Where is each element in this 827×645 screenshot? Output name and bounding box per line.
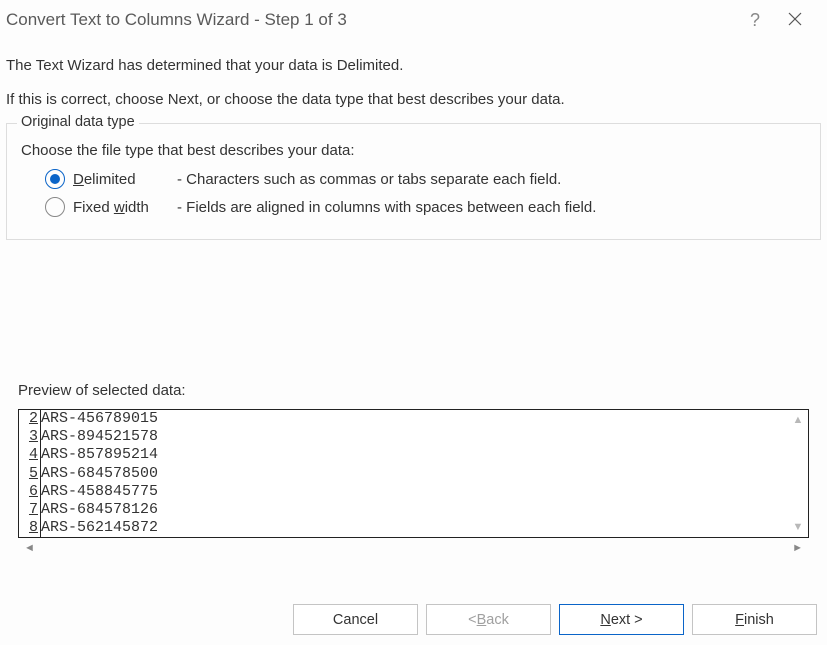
scroll-up-icon[interactable]: ▲ [793, 414, 804, 426]
intro-line-2: If this is correct, choose Next, or choo… [6, 90, 821, 110]
group-legend: Original data type [17, 114, 139, 130]
radio-fixed-width[interactable]: Fixed width - Fields are aligned in colu… [45, 197, 806, 217]
preview-row: 4ARS-857895214 [19, 446, 788, 464]
preview-row: 5ARS-684578500 [19, 465, 788, 483]
preview-box: 2ARS-4567890153ARS-8945215784ARS-8578952… [18, 409, 809, 538]
scroll-right-icon[interactable]: ► [792, 542, 803, 554]
vertical-scrollbar[interactable]: ▲ ▼ [788, 410, 808, 537]
radio-fixed-width-desc: - Fields are aligned in columns with spa… [177, 199, 596, 216]
row-number: 7 [19, 501, 41, 519]
dialog-title: Convert Text to Columns Wizard - Step 1 … [6, 10, 735, 30]
row-number: 3 [19, 428, 41, 446]
row-number: 8 [19, 519, 41, 537]
finish-button[interactable]: Finish [692, 604, 817, 635]
preview-label: Preview of selected data: [18, 382, 809, 399]
row-number: 4 [19, 446, 41, 464]
row-number: 6 [19, 483, 41, 501]
preview-row: 8ARS-562145872 [19, 519, 788, 537]
radio-delimited-button[interactable] [45, 169, 65, 189]
preview-row: 6ARS-458845775 [19, 483, 788, 501]
row-value: ARS-456789015 [41, 410, 158, 428]
row-number: 2 [19, 410, 41, 428]
radio-fixed-width-button[interactable] [45, 197, 65, 217]
next-button[interactable]: Next > [559, 604, 684, 635]
choose-label: Choose the file type that best describes… [21, 142, 806, 159]
horizontal-scrollbar[interactable]: ◄ ► [18, 538, 809, 554]
row-value: ARS-562145872 [41, 519, 158, 537]
preview-row: 2ARS-456789015 [19, 410, 788, 428]
close-icon [788, 12, 802, 26]
help-button[interactable]: ? [735, 6, 775, 34]
back-button: < Back [426, 604, 551, 635]
scroll-left-icon[interactable]: ◄ [24, 542, 35, 554]
close-button[interactable] [775, 6, 815, 34]
original-data-type-group: Original data type Choose the file type … [6, 123, 821, 240]
preview-row: 7ARS-684578126 [19, 501, 788, 519]
cancel-button[interactable]: Cancel [293, 604, 418, 635]
radio-delimited[interactable]: Delimited - Characters such as commas or… [45, 169, 806, 189]
intro-line-1: The Text Wizard has determined that your… [6, 56, 821, 76]
radio-delimited-label: Delimited [73, 171, 177, 188]
row-value: ARS-894521578 [41, 428, 158, 446]
radio-fixed-width-label: Fixed width [73, 199, 177, 216]
preview-row: 3ARS-894521578 [19, 428, 788, 446]
preview-content: 2ARS-4567890153ARS-8945215784ARS-8578952… [19, 410, 788, 537]
radio-delimited-desc: - Characters such as commas or tabs sepa… [177, 171, 561, 188]
row-value: ARS-684578500 [41, 465, 158, 483]
row-number: 5 [19, 465, 41, 483]
row-value: ARS-684578126 [41, 501, 158, 519]
scroll-down-icon[interactable]: ▼ [793, 521, 804, 533]
row-value: ARS-857895214 [41, 446, 158, 464]
row-value: ARS-458845775 [41, 483, 158, 501]
